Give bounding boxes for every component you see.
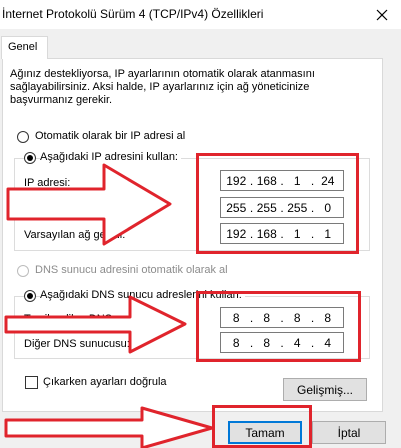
- advanced-button[interactable]: Gelişmiş...: [283, 378, 367, 401]
- alternate-dns-octet-1: 8: [232, 335, 240, 350]
- ip-manual-radio[interactable]: [24, 152, 36, 164]
- preferred-dns-octet-4: 8: [324, 310, 332, 325]
- tab-general-label: Genel: [8, 41, 38, 53]
- gateway-octet-1: 192: [226, 226, 247, 241]
- alternate-dns-input[interactable]: 8. 8. 4. 4: [220, 332, 344, 353]
- dns-manual-label: Aşağıdaki DNS sunucu adreslerini kullan:: [40, 289, 245, 301]
- description-text: Ağınız destekliyorsa, IP ayarlarının oto…: [10, 68, 315, 106]
- preferred-dns-octet-3: 8: [293, 310, 301, 325]
- alternate-dns-label: Diğer DNS sunucusu:: [24, 338, 130, 350]
- dns-auto-radio[interactable]: [17, 265, 29, 277]
- gateway-input[interactable]: 192. 168. 1. 1: [220, 223, 344, 244]
- gateway-octet-2: 168: [256, 226, 277, 241]
- close-button[interactable]: [362, 0, 401, 29]
- alternate-dns-octet-3: 4: [293, 335, 301, 350]
- alternate-dns-octet-4: 4: [324, 335, 332, 350]
- ip-auto-radio[interactable]: [17, 131, 29, 143]
- dns-manual-radio[interactable]: [24, 290, 36, 302]
- gateway-octet-3: 1: [293, 226, 301, 241]
- preferred-dns-label: Tercih edilen DNS sunucusu:: [24, 313, 166, 325]
- validate-checkbox[interactable]: [25, 376, 38, 389]
- ip-address-octet-1: 192: [226, 173, 247, 188]
- preferred-dns-input[interactable]: 8. 8. 8. 8: [220, 307, 344, 328]
- gateway-octet-4: 1: [324, 226, 332, 241]
- preferred-dns-octet-1: 8: [232, 310, 240, 325]
- subnet-octet-3: 255: [287, 200, 308, 215]
- ip-address-octet-2: 168: [256, 173, 277, 188]
- cancel-button[interactable]: İptal: [312, 421, 386, 444]
- dns-auto-label: DNS sunucu adresini otomatik olarak al: [35, 264, 228, 276]
- cancel-button-label: İptal: [337, 425, 361, 440]
- ok-button-label: Tamam: [245, 425, 285, 440]
- title-bar: İnternet Protokolü Sürüm 4 (TCP/IPv4) Öz…: [0, 0, 401, 29]
- gateway-label: Varsayılan ağ geçidi:: [24, 229, 126, 241]
- alternate-dns-octet-2: 8: [263, 335, 271, 350]
- subnet-octet-2: 255: [256, 200, 277, 215]
- ip-manual-label: Aşağıdaki IP adresini kullan:: [40, 151, 181, 163]
- ip-address-label: IP adresi:: [24, 177, 71, 189]
- tab-general[interactable]: Genel: [1, 36, 48, 59]
- close-icon: [376, 9, 387, 20]
- window-title: İnternet Protokolü Sürüm 4 (TCP/IPv4) Öz…: [2, 7, 264, 21]
- subnet-octet-4: 0: [324, 200, 332, 215]
- ip-address-octet-4: 24: [321, 173, 335, 188]
- preferred-dns-octet-2: 8: [263, 310, 271, 325]
- ip-address-input[interactable]: 192. 168. 1. 24: [220, 170, 344, 191]
- subnet-octet-1: 255: [226, 200, 247, 215]
- subnet-input[interactable]: 255. 255. 255. 0: [220, 197, 344, 218]
- advanced-button-label: Gelişmiş...: [296, 382, 353, 397]
- subnet-label: Alt ağ maskesi:: [24, 203, 99, 215]
- ok-button[interactable]: Tamam: [228, 421, 302, 444]
- validate-label: Çıkarken ayarları doğrula: [43, 376, 167, 388]
- ip-address-octet-3: 1: [293, 173, 301, 188]
- ip-auto-label: Otomatik olarak bir IP adresi al: [35, 130, 186, 142]
